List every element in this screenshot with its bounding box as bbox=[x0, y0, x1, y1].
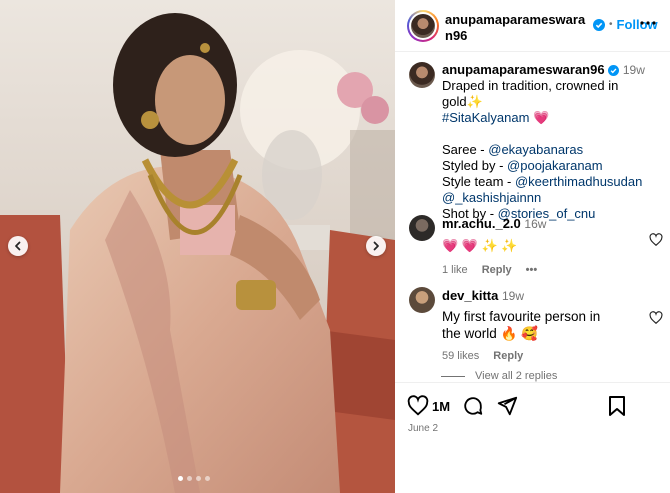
reply-button[interactable]: Reply bbox=[482, 262, 512, 279]
comment-icon[interactable] bbox=[462, 395, 484, 417]
heart-icon[interactable] bbox=[407, 395, 429, 417]
carousel-dot bbox=[205, 476, 210, 481]
comment-more-icon[interactable]: ••• bbox=[526, 262, 538, 279]
chevron-left-icon bbox=[15, 241, 21, 251]
carousel-dot bbox=[178, 476, 183, 481]
comment-text: My first favourite person in the world 🔥… bbox=[442, 309, 601, 341]
commenter-avatar[interactable] bbox=[409, 215, 435, 241]
like-count[interactable]: 1M bbox=[432, 399, 450, 414]
hashtag-link[interactable]: #SitaKalyanam bbox=[442, 110, 529, 125]
more-icon[interactable] bbox=[639, 14, 657, 32]
post-photo[interactable] bbox=[0, 0, 395, 493]
view-replies-label: View all 2 replies bbox=[475, 370, 558, 382]
credit-label: Styled by - bbox=[442, 158, 508, 173]
carousel-dot bbox=[187, 476, 192, 481]
comment-username[interactable]: dev_kitta bbox=[442, 288, 498, 303]
comment-text: 💗 💗 ✨ ✨ bbox=[442, 238, 518, 253]
comment-likes[interactable]: 1 like bbox=[442, 262, 468, 279]
comment-time: 16w bbox=[524, 217, 547, 231]
caption-avatar[interactable] bbox=[409, 62, 435, 88]
post-header: anupamaparameswaran96 • Follow bbox=[395, 0, 670, 52]
credit-handle[interactable]: @poojakaranam bbox=[507, 158, 603, 173]
author-avatar[interactable] bbox=[407, 10, 439, 42]
carousel-dot bbox=[196, 476, 201, 481]
author-username[interactable]: anupamaparameswaran96 bbox=[445, 12, 590, 44]
previous-slide-button[interactable] bbox=[8, 236, 28, 256]
replies-rule bbox=[441, 375, 465, 377]
share-icon[interactable] bbox=[496, 395, 518, 417]
post-action-bar: 1M June 2 bbox=[395, 382, 670, 434]
next-slide-button[interactable] bbox=[366, 236, 386, 256]
credit-label: Saree - bbox=[442, 142, 489, 157]
credit-handle[interactable]: @keerthimadhusudan bbox=[515, 174, 642, 189]
portrait-image bbox=[0, 0, 395, 493]
verified-icon bbox=[608, 65, 620, 77]
reply-button[interactable]: Reply bbox=[493, 348, 523, 365]
verified-icon bbox=[593, 18, 605, 31]
bookmark-icon[interactable] bbox=[607, 395, 627, 417]
chevron-right-icon bbox=[373, 241, 379, 251]
credit-label: Style team - bbox=[442, 174, 515, 189]
comment-likes[interactable]: 59 likes bbox=[442, 348, 479, 365]
heart-icon[interactable] bbox=[649, 233, 663, 247]
comment-username[interactable]: mr.achu._2.0 bbox=[442, 216, 521, 231]
heart-icon[interactable] bbox=[649, 311, 663, 325]
carousel-indicator bbox=[178, 476, 210, 481]
heart-emoji: 💗 bbox=[533, 110, 550, 125]
view-replies-button[interactable]: View all 2 replies bbox=[441, 370, 557, 382]
caption-username[interactable]: anupamaparameswaran96 bbox=[442, 62, 605, 77]
comment-time: 19w bbox=[502, 289, 525, 303]
post-side-panel: anupamaparameswaran96 • Follow anupamapa… bbox=[395, 0, 670, 493]
credit-handle[interactable]: @_kashishjainnn bbox=[442, 190, 541, 205]
separator: • bbox=[609, 19, 613, 30]
post-date: June 2 bbox=[408, 423, 439, 434]
credit-handle[interactable]: @ekayabanaras bbox=[488, 142, 583, 157]
caption-time: 19w bbox=[622, 63, 645, 77]
sparkle-emoji: ✨ bbox=[466, 94, 483, 109]
commenter-avatar[interactable] bbox=[409, 287, 435, 313]
